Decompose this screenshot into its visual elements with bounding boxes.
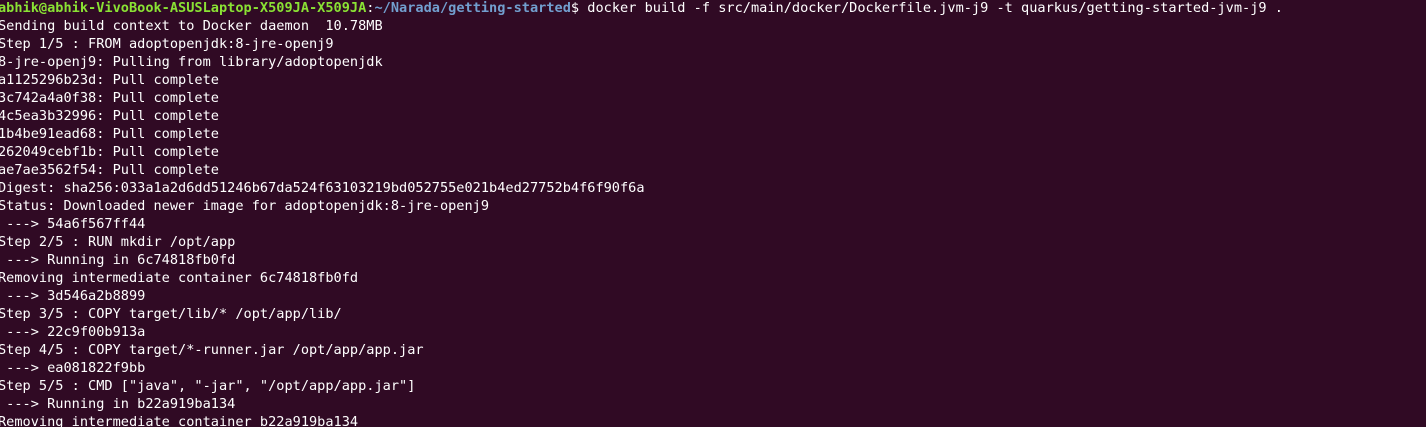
output-line: ---> Running in b22a919ba134 [0,396,236,412]
prompt-symbol: $ [570,0,588,16]
output-line: Sending build context to Docker daemon 1… [0,18,383,34]
output-line: 262049cebf1b: Pull complete [0,144,219,160]
output-line: ---> 54a6f567ff44 [0,216,146,232]
output-line: Digest: sha256:033a1a2d6dd51246b67da524f… [0,180,645,196]
output-line: Step 4/5 : COPY target/*-runner.jar /opt… [0,342,424,358]
output-line: ae7ae3562f54: Pull complete [0,162,219,178]
output-line: Step 3/5 : COPY target/lib/* /opt/app/li… [0,306,342,322]
output-line: ---> 3d546a2b8899 [0,288,146,304]
prompt-path: ~/Narada/getting-started [374,0,571,16]
prompt-line: abhik@abhik-VivoBook-ASUSLaptop-X509JA-X… [0,0,1426,17]
output-line: 8-jre-openj9: Pulling from library/adopt… [0,54,383,70]
output-line: ---> Running in 6c74818fb0fd [0,252,236,268]
output-line: Removing intermediate container b22a919b… [0,414,359,427]
output-line: 3c742a4a0f38: Pull complete [0,90,219,106]
output-line: Removing intermediate container 6c74818f… [0,270,359,286]
output-line: Step 5/5 : CMD ["java", "-jar", "/opt/ap… [0,378,416,394]
output-line: 1b4be91ead68: Pull complete [0,126,219,142]
prompt-user-host: abhik@abhik-VivoBook-ASUSLaptop-X509JA-X… [0,0,367,16]
output-line: Step 1/5 : FROM adoptopenjdk:8-jre-openj… [0,36,334,52]
command-text: docker build -f src/main/docker/Dockerfi… [587,0,1283,16]
output-line: ---> ea081822f9bb [0,360,146,376]
output-line: ---> 22c9f00b913a [0,324,146,340]
terminal-output: abhik@abhik-VivoBook-ASUSLaptop-X509JA-X… [0,0,1426,427]
output-line: a1125296b23d: Pull complete [0,72,219,88]
output-line: Status: Downloaded newer image for adopt… [0,198,490,214]
output-line: Step 2/5 : RUN mkdir /opt/app [0,234,236,250]
output-line: 4c5ea3b32996: Pull complete [0,108,219,124]
terminal-window[interactable]: abhik@abhik-VivoBook-ASUSLaptop-X509JA-X… [0,0,1426,427]
